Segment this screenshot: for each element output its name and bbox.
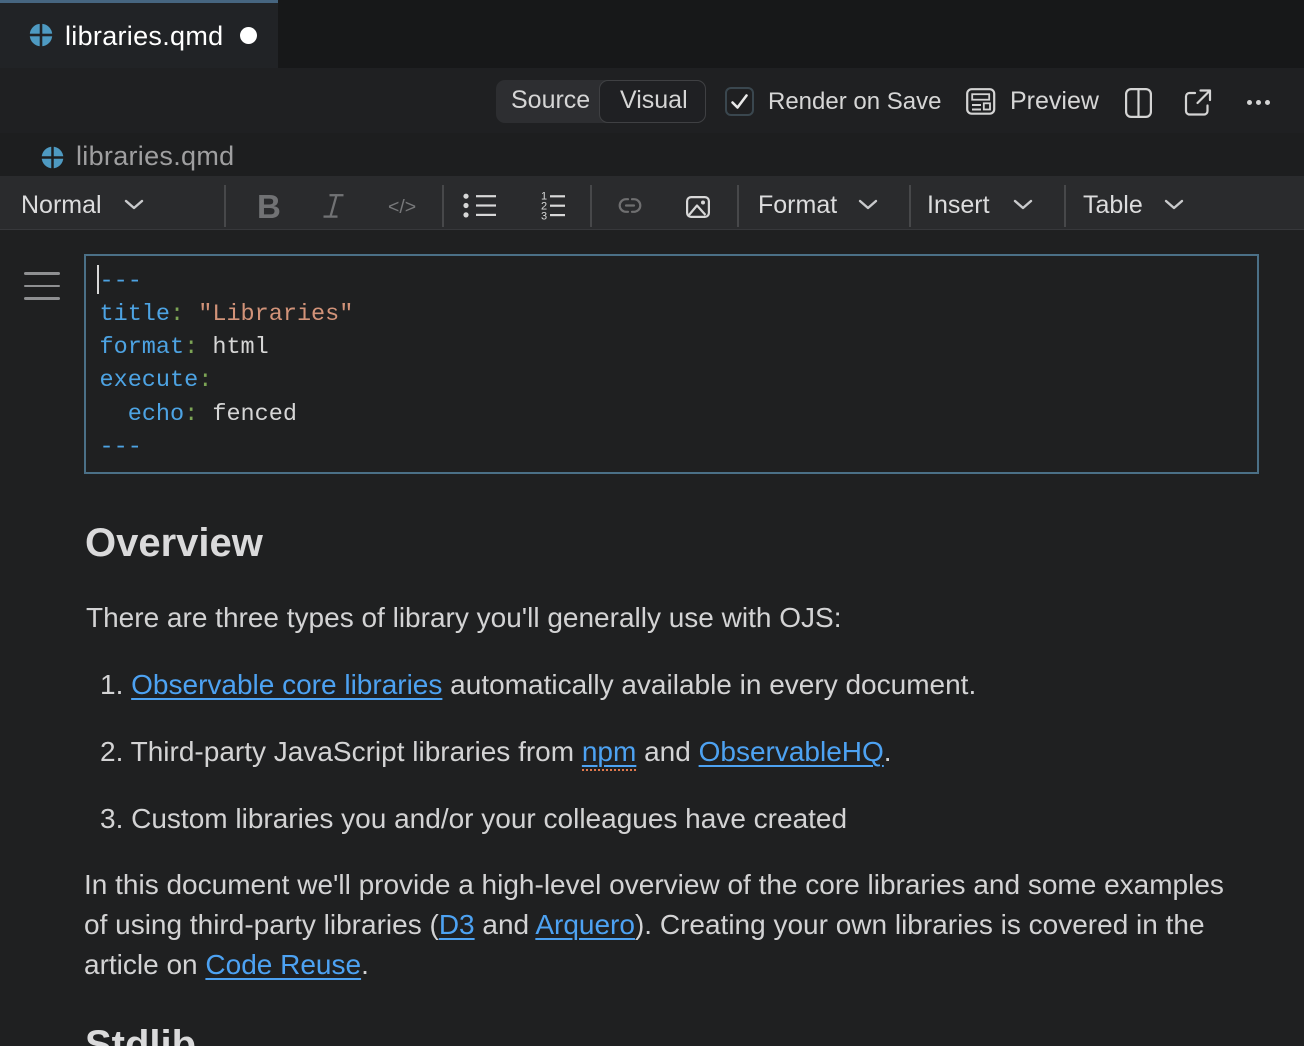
svg-text:3: 3 xyxy=(541,211,547,222)
